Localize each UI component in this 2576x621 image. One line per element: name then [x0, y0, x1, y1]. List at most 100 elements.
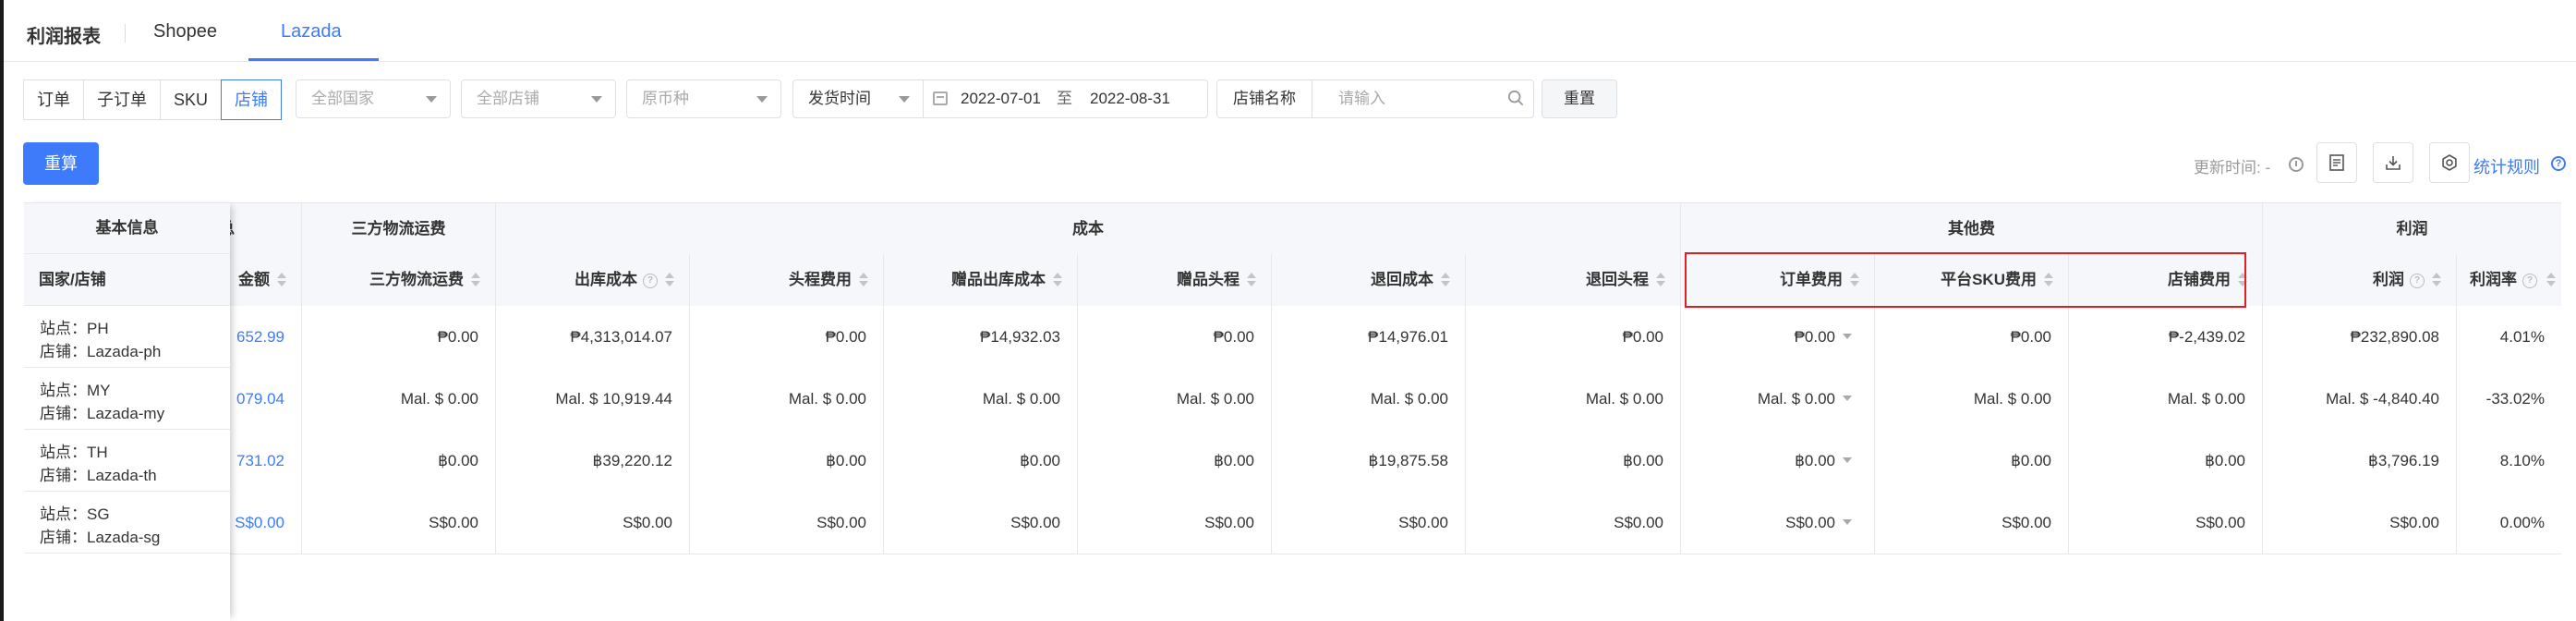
- calendar-icon: [933, 91, 948, 105]
- dimension-suborder[interactable]: 子订单: [83, 79, 160, 120]
- sort-icon[interactable]: [1656, 273, 1665, 287]
- chevron-down-icon[interactable]: [1843, 396, 1852, 401]
- settings-button[interactable]: [2429, 142, 2470, 183]
- sort-icon[interactable]: [665, 273, 674, 287]
- cell-outbound-cost: S$0.00: [496, 492, 690, 554]
- date-range-picker[interactable]: 2022-07-01 至 2022-08-31: [922, 79, 1208, 118]
- group-cost: 成本: [496, 203, 1681, 255]
- reset-button[interactable]: 重置: [1542, 79, 1617, 118]
- col-return-first-leg[interactable]: 退回头程: [1466, 254, 1681, 306]
- sort-icon[interactable]: [1247, 273, 1256, 287]
- help-icon[interactable]: ?: [2551, 156, 2566, 171]
- store-select[interactable]: 全部店铺: [461, 79, 616, 118]
- store-select-placeholder: 全部店铺: [477, 90, 539, 107]
- store-name-input[interactable]: 请输入: [1312, 79, 1534, 118]
- time-type-select[interactable]: 发货时间: [792, 79, 924, 118]
- cell-return-cost: Mal. $ 0.00: [1272, 368, 1466, 430]
- chevron-down-icon[interactable]: [1843, 457, 1852, 463]
- store-name-placeholder: 请输入: [1338, 90, 1385, 107]
- sort-icon[interactable]: [2546, 273, 2556, 287]
- cell-return-first-leg: Mal. $ 0.00: [1466, 368, 1681, 430]
- active-tab-indicator: [248, 58, 379, 61]
- date-start[interactable]: 2022-07-01: [961, 80, 1041, 117]
- cell-first-leg: Mal. $ 0.00: [690, 368, 884, 430]
- date-end[interactable]: 2022-08-31: [1090, 80, 1170, 117]
- cell-first-leg: ₱0.00: [690, 306, 884, 368]
- filter-bar: 订单 子订单 SKU 店铺 全部国家 全部店铺 原币种 发货时间 2022-07…: [4, 79, 2576, 124]
- col-profit-label: 利润: [2373, 271, 2404, 288]
- fixed-left-column: 基本信息 国家/店铺 站点：PH 店铺：Lazada-ph 站点：MY 店铺：L…: [24, 202, 230, 621]
- site-label: 站点：MY: [40, 382, 111, 399]
- help-icon[interactable]: ?: [2410, 274, 2425, 288]
- sort-icon[interactable]: [2432, 273, 2441, 287]
- tab-lazada[interactable]: Lazada: [281, 21, 342, 43]
- statistics-rule-link[interactable]: 统计规则: [2473, 154, 2540, 178]
- sort-icon[interactable]: [859, 273, 868, 287]
- download-button[interactable]: [2373, 142, 2413, 183]
- col-profit[interactable]: 利润?: [2263, 254, 2457, 306]
- table-row: 731.02 ฿0.00 ฿39,220.12 ฿0.00 ฿0.00 ฿0.0…: [24, 430, 2561, 493]
- sort-icon[interactable]: [1441, 273, 1450, 287]
- cell-gift-first-leg: ₱0.00: [1078, 306, 1272, 368]
- dimension-order[interactable]: 订单: [23, 79, 83, 120]
- country-select[interactable]: 全部国家: [296, 79, 451, 118]
- currency-select-placeholder: 原币种: [642, 90, 689, 107]
- dimension-switch: 订单 子订单 SKU 店铺: [23, 79, 283, 120]
- store-cell: 站点：MY 店铺：Lazada-my: [24, 368, 230, 430]
- dimension-store[interactable]: 店铺: [221, 79, 283, 120]
- sort-icon[interactable]: [277, 273, 286, 287]
- cell-order-fee[interactable]: ₱0.00: [1681, 306, 1875, 368]
- document-button[interactable]: [2316, 142, 2357, 183]
- page-title: 利润报表: [27, 27, 101, 47]
- document-icon: [2329, 154, 2344, 171]
- store-label: 店铺：Lazada-ph: [40, 343, 162, 360]
- col-first-leg-label: 头程费用: [789, 271, 852, 288]
- col-outbound-cost[interactable]: 出库成本?: [496, 254, 690, 306]
- col-country-store: 国家/店铺: [24, 254, 230, 306]
- time-type-value: 发货时间: [808, 90, 871, 107]
- cell-store-fee: ฿0.00: [2069, 430, 2263, 492]
- col-gift-first-leg[interactable]: 赠品头程: [1078, 254, 1272, 306]
- recalculate-button[interactable]: 重算: [23, 142, 99, 185]
- tab-shopee[interactable]: Shopee: [153, 21, 217, 43]
- help-icon[interactable]: ?: [643, 274, 658, 288]
- group-basic-info: 基本信息: [24, 202, 230, 254]
- col-first-leg[interactable]: 头程费用: [690, 254, 884, 306]
- currency-select[interactable]: 原币种: [626, 79, 781, 118]
- download-icon: [2386, 156, 2401, 170]
- cell-store-fee: Mal. $ 0.00: [2069, 368, 2263, 430]
- cell-profit-rate: 8.10%: [2499, 452, 2545, 469]
- table-row: 652.99 ₱0.00 ₱4,313,014.07 ₱0.00 ₱14,932…: [24, 306, 2561, 369]
- cell-gift-outbound: ฿0.00: [884, 430, 1078, 492]
- chevron-down-icon[interactable]: [1843, 334, 1852, 339]
- cell-logistics-fee: Mal. $ 0.00: [302, 368, 496, 430]
- search-icon[interactable]: [1507, 90, 1524, 106]
- cell-profit: S$0.00: [2263, 492, 2457, 554]
- sort-icon[interactable]: [471, 273, 480, 287]
- report-tabs: 利润报表 Shopee Lazada: [4, 0, 2576, 62]
- col-return-cost-label: 退回成本: [1371, 271, 1433, 288]
- cell-profit: ฿3,796.19: [2263, 430, 2457, 492]
- chevron-down-icon: [591, 96, 602, 103]
- cell-profit-rate: 4.01%: [2499, 328, 2545, 346]
- cell-outbound-cost: ₱4,313,014.07: [496, 306, 690, 368]
- cell-order-fee[interactable]: S$0.00: [1681, 492, 1875, 554]
- chevron-down-icon: [899, 96, 910, 103]
- dimension-sku[interactable]: SKU: [160, 79, 222, 120]
- cell-gift-outbound: ₱14,932.03: [884, 306, 1078, 368]
- date-separator: 至: [1057, 90, 1072, 107]
- help-icon[interactable]: ?: [2522, 274, 2537, 288]
- chevron-down-icon[interactable]: [1843, 519, 1852, 525]
- col-profit-rate[interactable]: 利润率?: [2457, 254, 2561, 306]
- store-cell: 站点：TH 店铺：Lazada-th: [24, 430, 230, 492]
- site-label: 站点：SG: [40, 505, 110, 523]
- cell-order-fee[interactable]: Mal. $ 0.00: [1681, 368, 1875, 430]
- cell-order-fee[interactable]: ฿0.00: [1681, 430, 1875, 492]
- col-gift-outbound[interactable]: 赠品出库成本: [884, 254, 1078, 306]
- group-logistics: 三方物流运费: [302, 203, 496, 255]
- col-logistics-fee[interactable]: 三方物流运费: [302, 254, 496, 306]
- cell-logistics-fee: ฿0.00: [302, 430, 496, 492]
- store-label: 店铺：Lazada-th: [40, 467, 157, 484]
- sort-icon[interactable]: [1053, 273, 1062, 287]
- col-return-cost[interactable]: 退回成本: [1272, 254, 1466, 306]
